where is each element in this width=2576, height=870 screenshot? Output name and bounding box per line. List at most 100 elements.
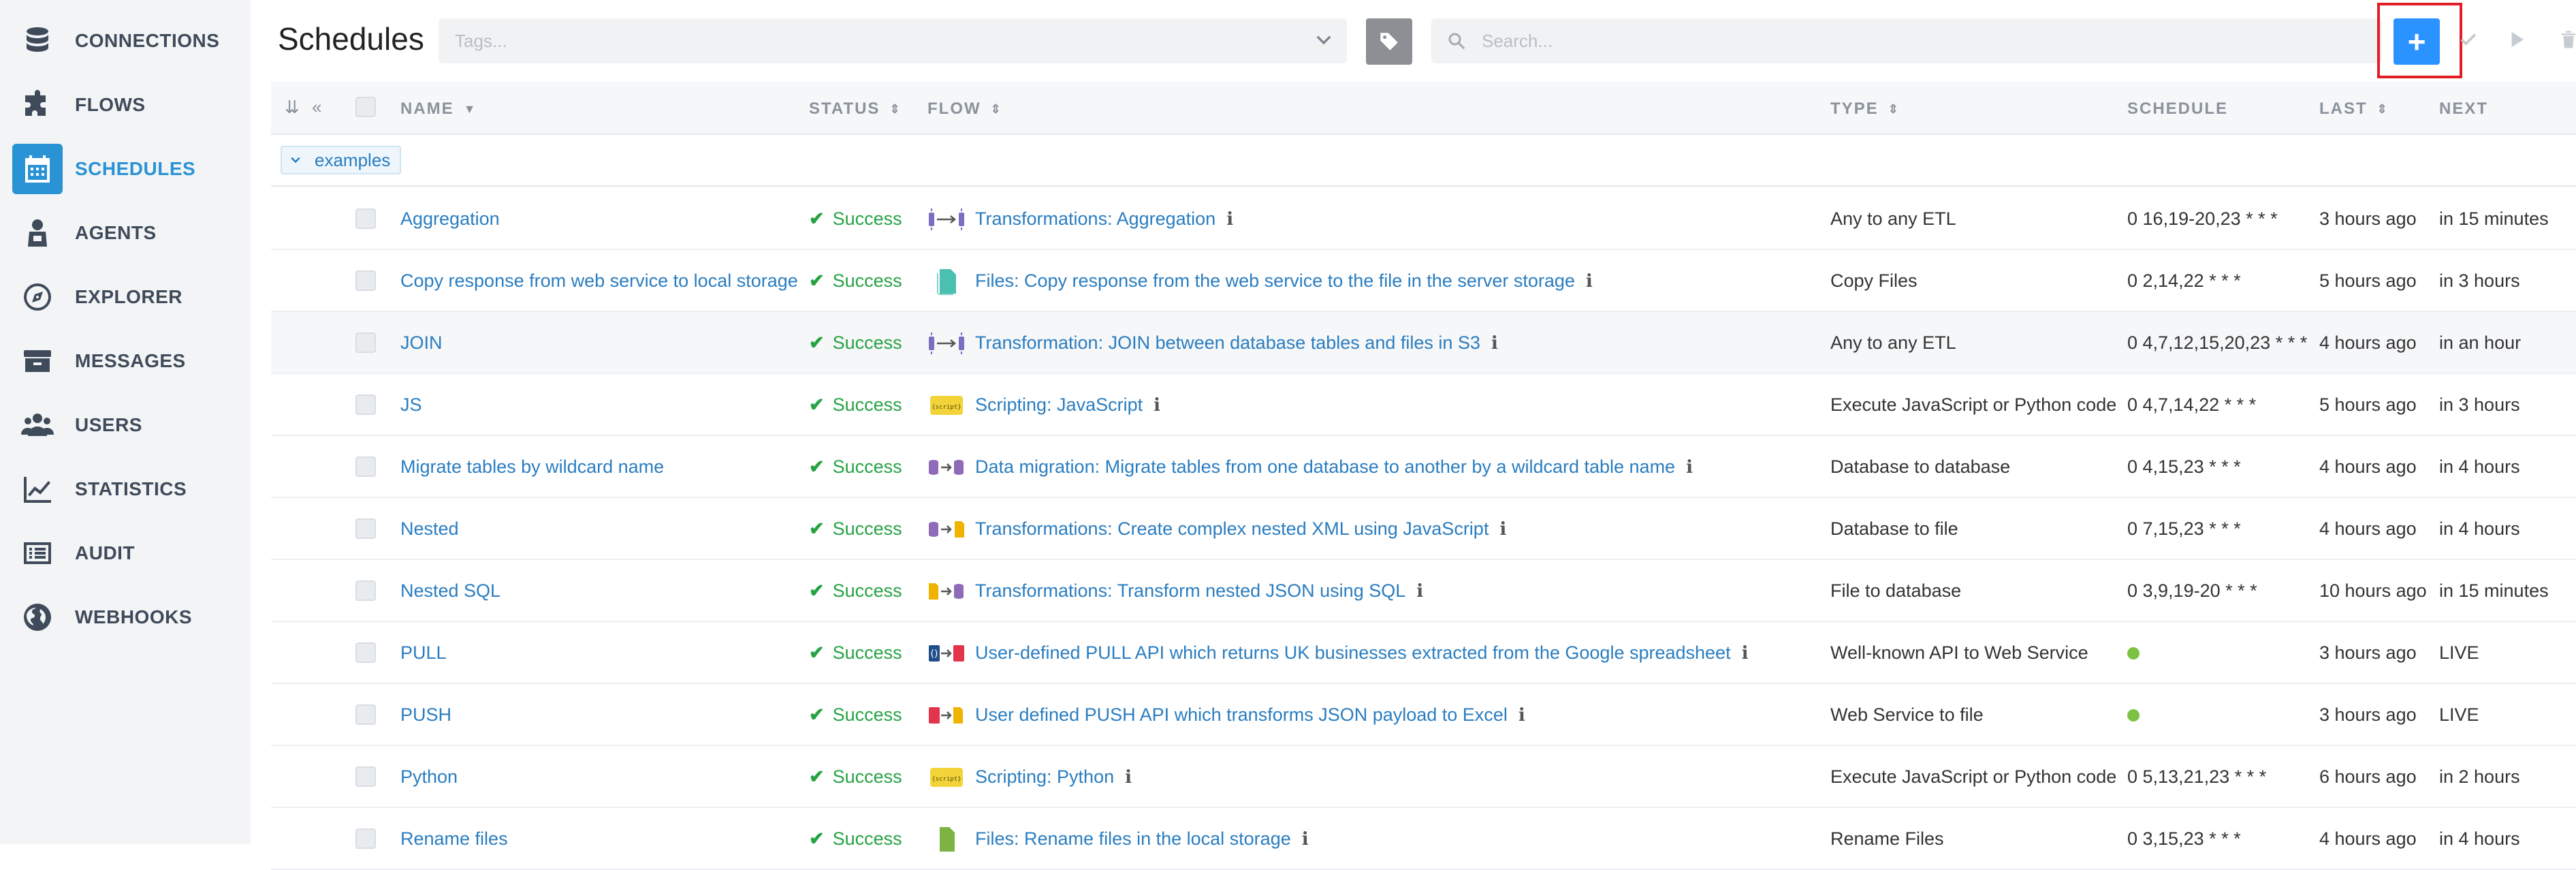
info-icon[interactable]: i	[1302, 829, 1309, 850]
table-row[interactable]: PUSH ✔ Success User defined PUSH API which …	[271, 684, 2576, 746]
schedule-cron: 0 5,13,21,23 * * *	[2127, 766, 2267, 787]
column-status[interactable]: STATUS ⇕	[809, 99, 902, 119]
sidebar-item-users[interactable]: USERS	[12, 399, 244, 451]
flow-link[interactable]: Files: Rename files in the local storage	[975, 828, 1291, 850]
info-icon[interactable]: i	[1491, 333, 1498, 354]
table-row[interactable]: Nested ✔ Success Transformations: Create co…	[271, 498, 2576, 560]
sidebar-item-connections[interactable]: CONNECTIONS	[12, 15, 244, 67]
sidebar-item-flows[interactable]: FLOWS	[12, 79, 244, 131]
group-row: examples	[271, 136, 2576, 187]
sidebar-item-explorer[interactable]: EXPLORER	[12, 271, 244, 323]
run-button[interactable]	[2503, 26, 2530, 53]
flow-link[interactable]: User defined PUSH API which transforms J…	[975, 704, 1508, 726]
schedule-cron: 0 4,15,23 * * *	[2127, 456, 2241, 477]
sidebar-item-webhooks[interactable]: WEBHOOKS	[12, 591, 244, 643]
flow-link[interactable]: Data migration: Migrate tables from one …	[975, 456, 1675, 478]
table-row[interactable]: JS ✔ Success {script} Scripting: JavaScript i…	[271, 374, 2576, 436]
sidebar-item-audit[interactable]: AUDIT	[12, 527, 244, 579]
row-checkbox[interactable]	[355, 766, 376, 787]
info-icon[interactable]: i	[1518, 705, 1525, 726]
row-checkbox[interactable]	[355, 642, 376, 663]
sidebar-item-schedules[interactable]: SCHEDULES	[12, 143, 244, 195]
table-row[interactable]: PULL ✔ Success () User-defined PULL API whic…	[271, 622, 2576, 684]
schedule-name-link[interactable]: Nested SQL	[400, 560, 500, 622]
search-field[interactable]: Search...	[1431, 18, 2382, 63]
flow-link[interactable]: User-defined PULL API which returns UK b…	[975, 642, 1731, 664]
status-text: Success	[832, 642, 902, 663]
row-checkbox[interactable]	[355, 270, 376, 291]
schedule-cron: 0 4,7,14,22 * * *	[2127, 394, 2257, 415]
info-icon[interactable]: i	[1125, 767, 1132, 788]
status-text: Success	[832, 270, 902, 291]
sort-icon: ⇕	[990, 102, 1002, 116]
flow-link[interactable]: Transformations: Aggregation	[975, 208, 1215, 230]
info-icon[interactable]: i	[1226, 209, 1233, 230]
flow-type: Execute JavaScript or Python code	[1830, 766, 2117, 787]
collapse-all-icon[interactable]: «	[312, 97, 321, 118]
info-icon[interactable]: i	[1154, 395, 1160, 416]
info-icon[interactable]: i	[1686, 457, 1693, 478]
sidebar-item-agents[interactable]: AGENTS	[12, 207, 244, 259]
flow-link[interactable]: Transformations: Transform nested JSON u…	[975, 580, 1405, 602]
row-checkbox[interactable]	[355, 828, 376, 849]
row-checkbox[interactable]	[355, 332, 376, 353]
schedule-name-link[interactable]: PULL	[400, 622, 447, 684]
sidebar-item-messages[interactable]: MESSAGES	[12, 335, 244, 387]
tag-filter-button[interactable]	[1366, 18, 1412, 65]
column-type[interactable]: TYPE ⇕	[1830, 99, 1900, 119]
flow-link[interactable]: Files: Copy response from the web servic…	[975, 270, 1575, 292]
flow-link[interactable]: Scripting: JavaScript	[975, 394, 1143, 416]
table-row[interactable]: Aggregation ✔ Success Transformations: Aggr…	[271, 188, 2576, 250]
delete-button[interactable]	[2555, 26, 2576, 53]
row-checkbox[interactable]	[355, 394, 376, 415]
row-checkbox[interactable]	[355, 456, 376, 477]
flow-link[interactable]: Transformations: Create complex nested X…	[975, 518, 1489, 540]
info-icon[interactable]: i	[1586, 271, 1593, 292]
group-tag-examples[interactable]: examples	[281, 146, 402, 174]
table-row[interactable]: Python ✔ Success {script} Scripting: Python i…	[271, 746, 2576, 808]
table-row[interactable]: JOIN ✔ Success Transformation: JOIN between…	[271, 312, 2576, 374]
next-run: in 4 hours	[2439, 518, 2520, 539]
table-row[interactable]: Copy response from web service to local …	[271, 250, 2576, 312]
expand-all-icon[interactable]: ⇊	[285, 97, 300, 118]
table-row[interactable]: Rename files ✔ Success Files: Rename files …	[271, 808, 2576, 870]
row-checkbox[interactable]	[355, 704, 376, 725]
info-icon[interactable]: i	[1499, 519, 1506, 540]
row-checkbox[interactable]	[355, 208, 376, 229]
schedule-name-link[interactable]: Rename files	[400, 808, 508, 870]
sidebar-item-label: EXPLORER	[75, 286, 183, 307]
column-last[interactable]: LAST ⇕	[2319, 99, 2389, 119]
select-all-checkbox[interactable]	[355, 97, 376, 117]
schedule-name-link[interactable]: JOIN	[400, 312, 443, 374]
schedule-name-link[interactable]: JS	[400, 374, 422, 436]
file-icon	[927, 826, 966, 853]
schedule-cell: 0 2,14,22 * * *	[2127, 250, 2241, 312]
sidebar-item-statistics[interactable]: STATISTICS	[12, 463, 244, 515]
schedule-name-link[interactable]: Migrate tables by wildcard name	[400, 436, 664, 498]
etl-icon	[927, 206, 966, 233]
schedule-name-link[interactable]: PUSH	[400, 684, 451, 746]
schedule-name-link[interactable]: Copy response from web service to local …	[400, 250, 798, 312]
column-flow[interactable]: FLOW ⇕	[927, 99, 1002, 119]
column-name[interactable]: NAME ▼	[400, 99, 477, 119]
info-icon[interactable]: i	[1742, 643, 1749, 664]
tags-select[interactable]: Tags...	[439, 18, 1347, 63]
row-checkbox[interactable]	[355, 580, 376, 601]
row-checkbox[interactable]	[355, 518, 376, 539]
last-run: 5 hours ago	[2319, 270, 2417, 291]
table-row[interactable]: Migrate tables by wildcard name ✔ Success D…	[271, 436, 2576, 498]
table-row[interactable]: Nested SQL ✔ Success Transformations: Trans…	[271, 560, 2576, 622]
flow-link[interactable]: Transformation: JOIN between database ta…	[975, 332, 1480, 354]
schedule-cell	[2127, 622, 2140, 684]
schedule-name-link[interactable]: Nested	[400, 498, 459, 560]
schedule-name-link[interactable]: Python	[400, 746, 458, 808]
last-run: 3 hours ago	[2319, 642, 2417, 663]
schedule-name-link[interactable]: Aggregation	[400, 188, 500, 250]
info-icon[interactable]: i	[1416, 581, 1423, 602]
last-run: 3 hours ago	[2319, 704, 2417, 725]
flow-link[interactable]: Scripting: Python	[975, 766, 1114, 788]
status-text: Success	[832, 394, 902, 415]
agent-icon	[12, 208, 63, 258]
enable-button[interactable]	[2455, 26, 2482, 53]
status-badge: ✔ Success	[809, 250, 902, 312]
